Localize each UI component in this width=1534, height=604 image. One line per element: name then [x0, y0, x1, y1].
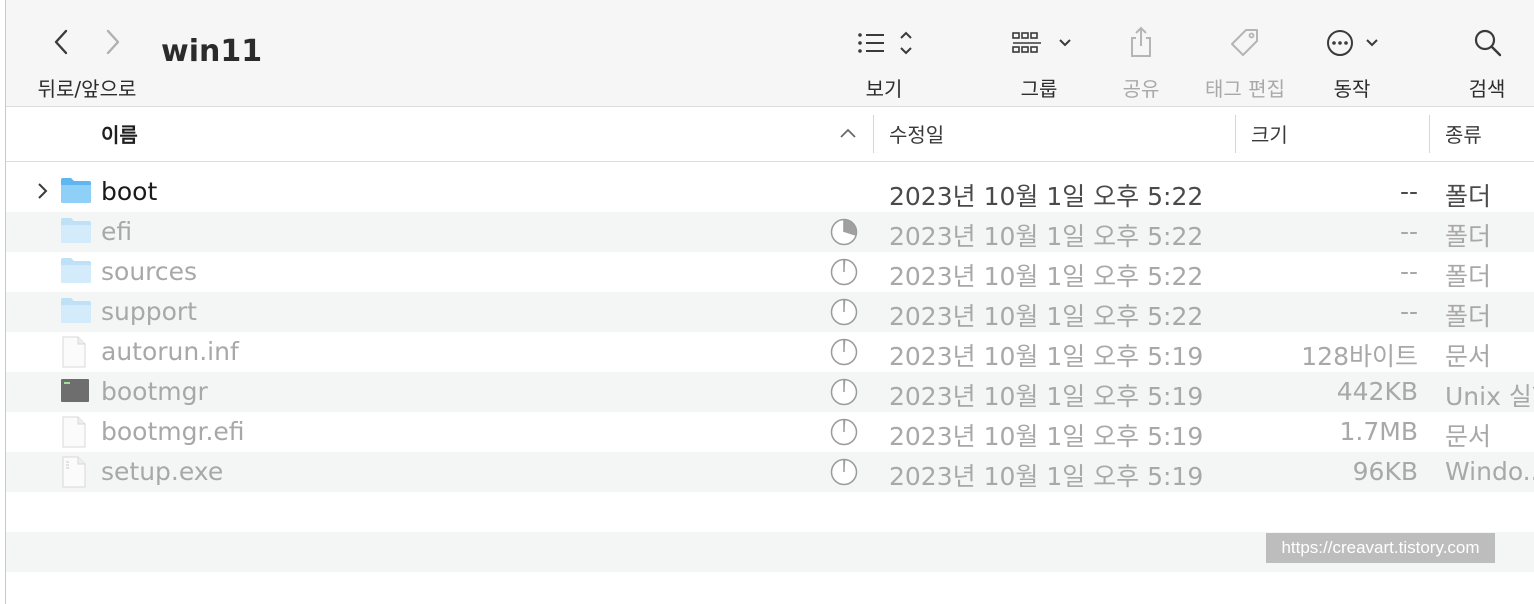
file-row[interactable]: boot 2023년 10월 1일 오후 5:22 -- 폴더 [6, 172, 1534, 212]
file-size: 442KB [1336, 377, 1418, 406]
disclosure-triangle-icon[interactable] [36, 181, 50, 205]
file-kind: 폴더 [1445, 222, 1492, 251]
file-size: 96KB [1352, 457, 1418, 486]
list-view-icon [858, 31, 912, 55]
file-row[interactable]: support 2023년 10월 1일 오후 5:22 -- 폴더 [6, 292, 1534, 332]
file-size: -- [1399, 217, 1418, 246]
file-name: bootmgr.efi [101, 417, 245, 446]
copy-progress-icon [830, 458, 858, 490]
view-button[interactable] [854, 26, 918, 60]
forward-button[interactable] [98, 26, 128, 58]
file-modified-date: 2023년 10월 1일 오후 5:22 [889, 222, 1204, 251]
executable-icon [60, 456, 88, 492]
search-label: 검색 [1468, 77, 1506, 101]
column-divider[interactable] [1235, 115, 1236, 153]
copy-progress-icon [830, 298, 858, 330]
search-button[interactable] [1472, 26, 1504, 60]
file-modified-date: 2023년 10월 1일 오후 5:22 [889, 182, 1204, 211]
file-row[interactable]: bootmgr.efi 2023년 10월 1일 오후 5:19 1.7MB 문서 [6, 412, 1534, 452]
file-modified-date: 2023년 10월 1일 오후 5:22 [889, 302, 1204, 331]
file-kind: 문서 [1445, 342, 1492, 371]
column-header-bar: 이름 수정일 크기 종류 [6, 107, 1534, 162]
chevron-right-icon [106, 29, 120, 55]
file-kind: Unix 실행 [1445, 382, 1534, 411]
column-header-modified[interactable]: 수정일 [889, 119, 944, 148]
back-forward-label: 뒤로/앞으로 [37, 77, 137, 101]
window-title: win11 [161, 34, 263, 69]
watermark: https://creavart.tistory.com [1266, 533, 1495, 563]
terminal-icon [60, 376, 90, 408]
group-grid-icon [1012, 32, 1071, 53]
file-name: bootmgr [101, 377, 208, 406]
copy-progress-icon [830, 418, 858, 450]
document-icon [60, 336, 88, 372]
group-button[interactable] [1010, 26, 1076, 60]
file-size: 128바이트 [1301, 342, 1418, 371]
file-size: -- [1399, 297, 1418, 326]
file-name: efi [101, 217, 133, 246]
action-label: 동작 [1333, 77, 1371, 101]
document-icon [60, 416, 88, 452]
folder-icon [60, 256, 92, 288]
file-row[interactable]: setup.exe 2023년 10월 1일 오후 5:19 96KB Windo..… [6, 452, 1534, 492]
chevron-left-icon [54, 29, 68, 55]
sort-ascending-icon [840, 128, 856, 138]
file-row[interactable]: sources 2023년 10월 1일 오후 5:22 -- 폴더 [6, 252, 1534, 292]
folder-icon [60, 296, 92, 328]
share-button[interactable] [1126, 24, 1156, 60]
folder-icon [60, 216, 92, 248]
action-button[interactable] [1324, 26, 1388, 60]
file-modified-date: 2023년 10월 1일 오후 5:22 [889, 262, 1204, 291]
back-button[interactable] [46, 26, 76, 58]
group-label: 그룹 [1020, 77, 1058, 101]
file-kind: 문서 [1445, 422, 1492, 451]
file-kind: 폴더 [1445, 302, 1492, 331]
file-name: setup.exe [101, 457, 224, 486]
share-label: 공유 [1122, 77, 1160, 101]
tags-button[interactable] [1228, 26, 1262, 60]
column-divider[interactable] [873, 115, 874, 153]
tag-icon [1231, 29, 1258, 56]
file-name: support [101, 297, 197, 326]
column-header-size[interactable]: 크기 [1251, 119, 1288, 148]
column-header-kind[interactable]: 종류 [1445, 119, 1482, 148]
copy-progress-icon [830, 338, 858, 370]
finder-window: 뒤로/앞으로 win11 보기 그룹 공유 태그 편집 동작 검색 이름 수정일… [5, 0, 1534, 604]
file-modified-date: 2023년 10월 1일 오후 5:19 [889, 382, 1204, 411]
file-kind: Windo... [1445, 457, 1534, 486]
file-name: sources [101, 257, 198, 286]
file-modified-date: 2023년 10월 1일 오후 5:19 [889, 462, 1204, 491]
empty-row [6, 572, 1534, 604]
toolbar: 뒤로/앞으로 win11 보기 그룹 공유 태그 편집 동작 검색 [6, 0, 1534, 107]
copy-progress-icon [830, 258, 858, 290]
copy-progress-icon [830, 378, 858, 410]
search-icon [1474, 29, 1502, 57]
empty-row [6, 492, 1534, 532]
file-kind: 폴더 [1445, 182, 1492, 211]
folder-icon [60, 176, 92, 208]
column-header-name[interactable]: 이름 [101, 119, 138, 148]
more-actions-icon [1327, 30, 1378, 56]
file-kind: 폴더 [1445, 262, 1492, 291]
column-divider[interactable] [1429, 115, 1430, 153]
share-icon [1131, 26, 1151, 57]
file-size: 1.7MB [1339, 417, 1418, 446]
file-row[interactable]: bootmgr 2023년 10월 1일 오후 5:19 442KB Unix 실행 [6, 372, 1534, 412]
file-row[interactable]: autorun.inf 2023년 10월 1일 오후 5:19 128바이트 문서 [6, 332, 1534, 372]
file-name: boot [101, 177, 158, 206]
file-size: -- [1399, 177, 1418, 206]
tags-label: 태그 편집 [1205, 77, 1285, 101]
file-name: autorun.inf [101, 337, 239, 366]
file-modified-date: 2023년 10월 1일 오후 5:19 [889, 422, 1204, 451]
file-modified-date: 2023년 10월 1일 오후 5:19 [889, 342, 1204, 371]
file-size: -- [1399, 257, 1418, 286]
view-label: 보기 [865, 77, 903, 101]
file-row[interactable]: efi 2023년 10월 1일 오후 5:22 -- 폴더 [6, 212, 1534, 252]
copy-progress-icon [830, 218, 858, 250]
